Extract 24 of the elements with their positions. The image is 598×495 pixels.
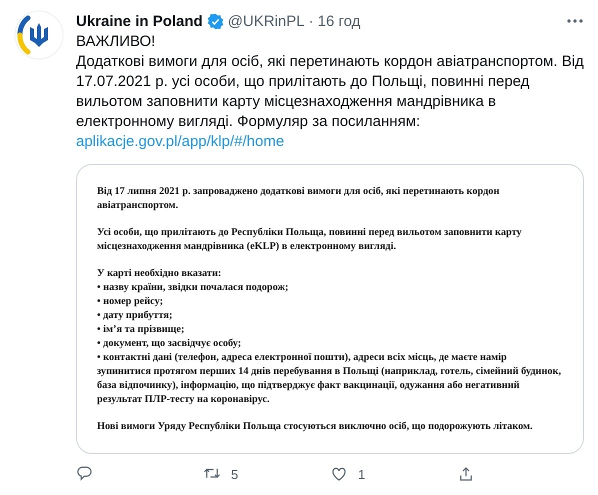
retweet-count: 5 [231,466,238,482]
document-text: • номер рейсу; [97,295,164,309]
document-text: • ім’я та прізвище; [97,323,186,337]
document-text: • назву країни, звідки почалася подорож; [97,281,290,295]
document-text: Від 17 липня 2021 р. запроваджено додаткові вимоги для осіб, які перетинають кордон авіатранспортом. [97,185,500,213]
document-image[interactable] [76,164,584,454]
like-icon[interactable] [330,465,348,483]
document-text: Нові вимоги Уряду Республіки Польща стосуються виключно осіб, що подорожують літаком. [97,420,534,434]
share-icon[interactable] [457,465,475,483]
account-name[interactable]: Ukraine in Poland [76,12,203,30]
more-icon[interactable] [566,18,584,24]
document-text: • контактні дані (телефон, адреса електронної пошти), адреси всіх місць, де маєте намір зупинитися протягом перших 14 днів перебування в Польщі (наприклад, готель, сімейний будинок, база відпочинку), інформацію, що підтверджує факт вакцинації, одужання або негативний результат ПЛР-тесту на коронавірус. [97,351,562,407]
like-count: 1 [358,466,366,482]
separator-dot: · [308,12,314,30]
reply-icon[interactable] [76,465,94,483]
tweet-time[interactable]: 16 год [318,12,360,30]
document-text: • документ, що засвідчує особу; [97,337,242,351]
account-handle[interactable]: @UKRinPL [228,12,305,30]
tweet-heading: ВАЖЛИВО! [76,32,156,52]
tweet-text: Додаткові вимоги для осіб, які перетинають кордон авіатранспортом. Від 17.07.2021 р. усі особи, що прилітають до Польщі, повинні перед вильотом заповнити карту місцезнаходження мандрівника в електронному вигляді. Формуляр за посиланням: [76,52,584,132]
document-text: • дату прибуття; [97,309,174,323]
document-text: Усі особи, що прилітають до Республіки Польща, повинні перед вильотом заповнити карту місцезнаходження мандрівника (eKLP) в електронному вигляді. [97,226,523,254]
document-text: У карті необхідно вказати: [97,267,222,281]
avatar-icon[interactable] [14,10,64,60]
